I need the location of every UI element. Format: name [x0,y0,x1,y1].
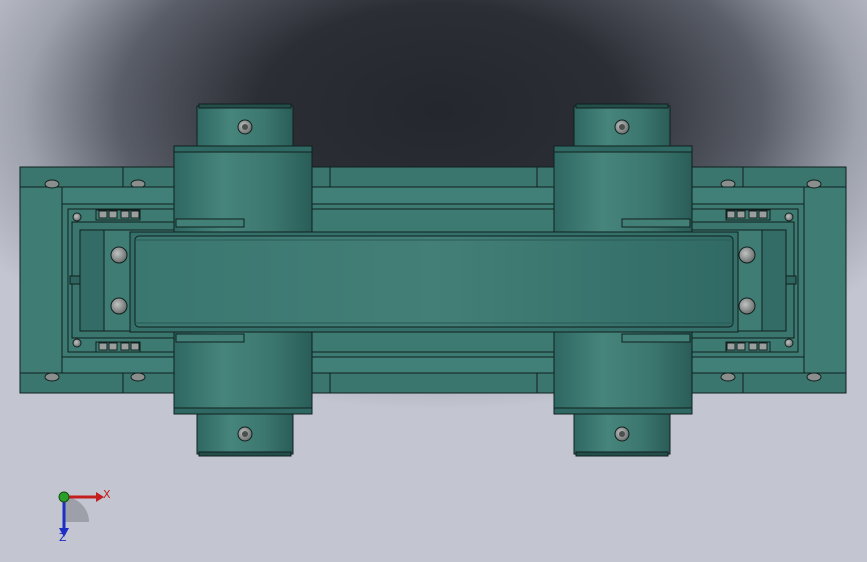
z-axis-label: Z [59,531,67,544]
cad-viewport[interactable]: X Z [0,0,867,562]
conveyor-belt[interactable] [129,231,739,333]
cad-model[interactable] [0,0,867,562]
x-axis-label: X [103,488,111,501]
y-axis-point [58,491,70,503]
